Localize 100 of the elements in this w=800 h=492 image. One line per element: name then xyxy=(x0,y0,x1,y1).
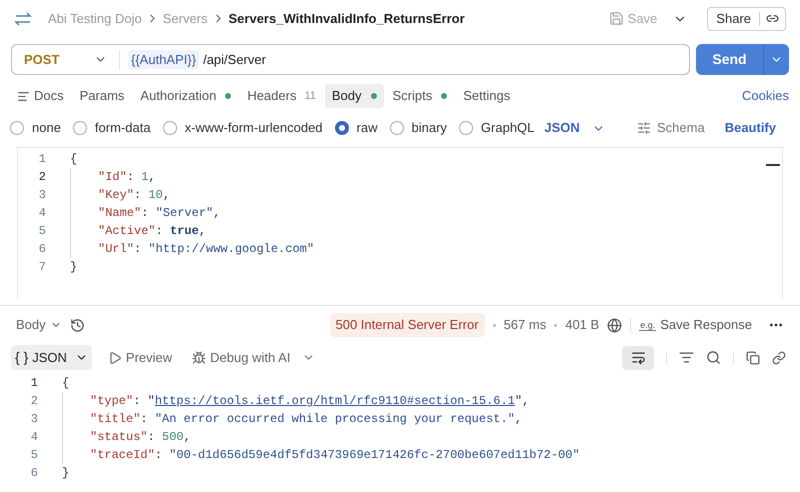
radio-label: raw xyxy=(356,119,378,138)
code-token: , xyxy=(514,411,522,428)
code-token: "An error occurred while processing your request." xyxy=(154,411,515,428)
radio-label: binary xyxy=(412,119,447,138)
line-number: 1 xyxy=(30,375,39,392)
save-response-button[interactable]: e.g. Save Response xyxy=(639,315,752,335)
response-tool-button[interactable]: Preview xyxy=(104,345,176,370)
response-tool-button[interactable]: Debug with AI xyxy=(188,345,294,370)
code-token: , xyxy=(148,169,156,186)
line-number: 4 xyxy=(30,429,39,446)
radio-button[interactable] xyxy=(390,121,404,135)
request-tab[interactable]: Body xyxy=(324,84,384,108)
request-tab[interactable]: Params xyxy=(72,84,132,108)
code-token: : " xyxy=(133,393,155,410)
code-token: : xyxy=(126,169,136,186)
url-field[interactable]: {{AuthAPI}} /api/Server xyxy=(120,50,266,70)
response-tool-button[interactable]: { } JSON xyxy=(11,345,92,370)
url-path: /api/Server xyxy=(203,50,266,69)
line-number: 2 xyxy=(30,393,39,410)
cookies-link[interactable]: Cookies xyxy=(742,86,789,106)
link-icon[interactable] xyxy=(772,350,786,364)
code-token: ", xyxy=(514,393,530,410)
code-token: 500 xyxy=(162,429,184,446)
wrap-icon xyxy=(630,350,646,365)
response-view-dropdown[interactable]: Body xyxy=(16,315,62,335)
radio-button[interactable] xyxy=(10,121,24,135)
schema-button[interactable]: Schema xyxy=(637,118,705,138)
code-token: : xyxy=(154,447,164,464)
line-number: 7 xyxy=(38,259,47,276)
code-token: : xyxy=(134,187,142,204)
code-token: 10 xyxy=(148,187,163,204)
braces-icon: { } xyxy=(15,347,28,368)
code-token: , xyxy=(213,205,220,222)
line-number: 4 xyxy=(38,205,47,222)
code-editor[interactable]: 1 { 2 "Id": 1, 3 "Key": 10, 4 "Name": "Server", 5 "Active": true, 6 "Url": "http://www.google.com" 7 } xyxy=(17,147,783,299)
radio-button[interactable] xyxy=(458,121,473,135)
code-token: "Name" xyxy=(98,205,142,222)
status-badge: 500 Internal Server Error xyxy=(330,313,485,337)
bug-icon xyxy=(192,350,206,364)
request-tab[interactable]: Headers 11 xyxy=(240,84,323,108)
variable-tag: {{AuthAPI}} xyxy=(128,50,200,70)
code-token: true xyxy=(170,223,199,240)
save-icon xyxy=(608,11,624,26)
play-icon xyxy=(108,350,122,364)
code-token: "status" xyxy=(90,429,148,446)
search-icon[interactable] xyxy=(706,350,721,365)
code-token: "Id" xyxy=(98,169,127,186)
code-token: : xyxy=(141,205,150,222)
radio-label: form-data xyxy=(94,119,151,138)
code-token: } xyxy=(62,465,70,482)
line-number: 2 xyxy=(38,169,47,186)
line-number: 5 xyxy=(30,447,39,464)
request-tab[interactable]: Docs xyxy=(10,84,71,108)
response-time: 567 ms xyxy=(504,316,546,334)
radio-button[interactable] xyxy=(72,121,87,135)
code-token: "Key" xyxy=(98,187,134,204)
code-link[interactable]: https://tools.ietf.org/html/rfc9110#section-15.6.1 xyxy=(154,392,515,410)
code-token: "Server" xyxy=(156,205,214,222)
code-token: : xyxy=(148,429,156,446)
code-token: : xyxy=(134,241,142,258)
beautify-button[interactable]: Beautify xyxy=(724,118,776,138)
code-token: , xyxy=(162,187,170,204)
sliders-icon xyxy=(637,121,651,135)
format-dropdown[interactable]: JSON xyxy=(544,118,605,138)
request-tab[interactable]: Authorization xyxy=(133,84,238,108)
radio-label: x-www-form-urlencoded xyxy=(184,119,323,138)
radio-label: none xyxy=(32,119,61,138)
code-token: : xyxy=(156,223,164,240)
code-token: "title" xyxy=(90,411,140,428)
code-token: , xyxy=(198,223,206,240)
line-number: 3 xyxy=(30,411,39,428)
method-dropdown[interactable]: POST xyxy=(12,50,120,70)
code-token: : xyxy=(140,411,149,428)
radio-label: GraphQL xyxy=(480,119,534,138)
code-token: "Url" xyxy=(98,241,134,258)
globe-icon[interactable] xyxy=(607,318,622,332)
line-number: 6 xyxy=(38,241,47,258)
code-token: { xyxy=(62,375,70,392)
line-number: 5 xyxy=(38,223,47,240)
line-number: 6 xyxy=(30,465,39,482)
filter-icon[interactable] xyxy=(679,350,694,365)
code-token: "00-d1d656d59e4df5fd3473969e171426fc-2700be607ed11b72-00" xyxy=(169,447,580,464)
history-icon[interactable] xyxy=(70,318,85,332)
code-token: "http://www.google.com" xyxy=(148,241,314,258)
wrap-button[interactable] xyxy=(622,346,654,370)
line-number: 3 xyxy=(38,187,47,204)
request-tab[interactable]: Scripts xyxy=(386,84,454,108)
request-tab[interactable]: Settings xyxy=(456,84,518,108)
code-token: 1 xyxy=(141,169,148,186)
code-token: "Active" xyxy=(98,223,156,240)
code-token: "type" xyxy=(90,393,134,410)
code-token: , xyxy=(184,429,191,446)
code-token: } xyxy=(70,259,78,276)
radio-button[interactable] xyxy=(162,121,177,135)
copy-icon[interactable] xyxy=(746,350,760,364)
radio-button[interactable] xyxy=(334,121,349,135)
code-token: { xyxy=(70,151,78,168)
breadcrumb[interactable]: Servers_WithInvalidInfo_ReturnsError xyxy=(228,8,465,28)
line-number: 1 xyxy=(38,151,47,168)
response-size: 401 B xyxy=(565,316,600,334)
